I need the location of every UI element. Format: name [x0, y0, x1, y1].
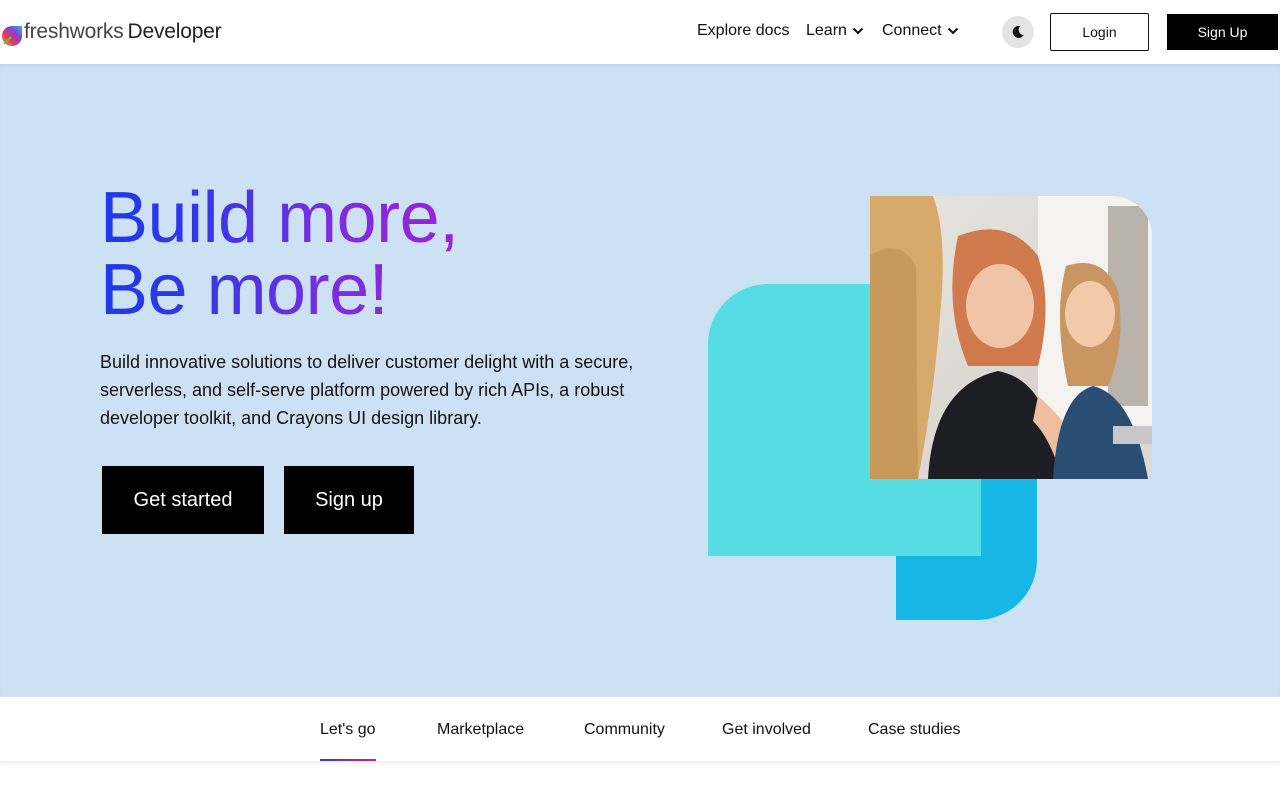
tab-get-involved[interactable]: Get involved — [722, 721, 811, 739]
hero-signup-button[interactable]: Sign up — [284, 466, 414, 534]
nav-explore-docs[interactable]: Explore docs — [697, 22, 790, 40]
tab-case-studies[interactable]: Case studies — [868, 721, 961, 739]
people-photo — [870, 196, 1152, 479]
header-signup-button[interactable]: Sign Up — [1167, 14, 1278, 50]
tab-marketplace[interactable]: Marketplace — [437, 721, 524, 739]
login-button[interactable]: Login — [1050, 13, 1149, 51]
hero-description: Build innovative solutions to deliver cu… — [100, 352, 634, 428]
chevron-down-icon — [947, 27, 958, 35]
active-tab-indicator — [320, 759, 376, 761]
nav-learn-label: Learn — [806, 22, 847, 39]
nav-learn[interactable]: Learn — [806, 22, 864, 40]
moon-icon — [1012, 25, 1024, 38]
get-started-button[interactable]: Get started — [102, 466, 264, 534]
tab-lets-go[interactable]: Let's go — [320, 721, 376, 739]
section-tabs: Let's go Marketplace Community Get invol… — [0, 697, 1280, 761]
nav-connect[interactable]: Connect — [882, 22, 959, 40]
freshworks-developer-logo[interactable]: freshworks Developer — [2, 18, 222, 46]
hero-illustration — [708, 196, 1152, 620]
hero-headline-line2: Be more! — [100, 250, 389, 330]
hero-headline-line1: Build more, — [100, 178, 459, 258]
hero-headline: Build more, Be more! — [100, 182, 480, 326]
chevron-down-icon — [852, 27, 864, 35]
tab-community[interactable]: Community — [584, 721, 665, 739]
nav-connect-label: Connect — [882, 22, 942, 39]
freshworks-logo-icon — [2, 26, 22, 46]
hero-section: Build more, Be more! Build innovative so… — [0, 64, 1280, 697]
site-header: freshworks Developer Explore docs Learn C… — [0, 0, 1280, 64]
logo-product: Developer — [127, 20, 222, 43]
theme-toggle-button[interactable] — [1002, 16, 1034, 48]
nav-explore-docs-label: Explore docs — [697, 22, 790, 39]
logo-brand: freshworks — [24, 20, 124, 43]
